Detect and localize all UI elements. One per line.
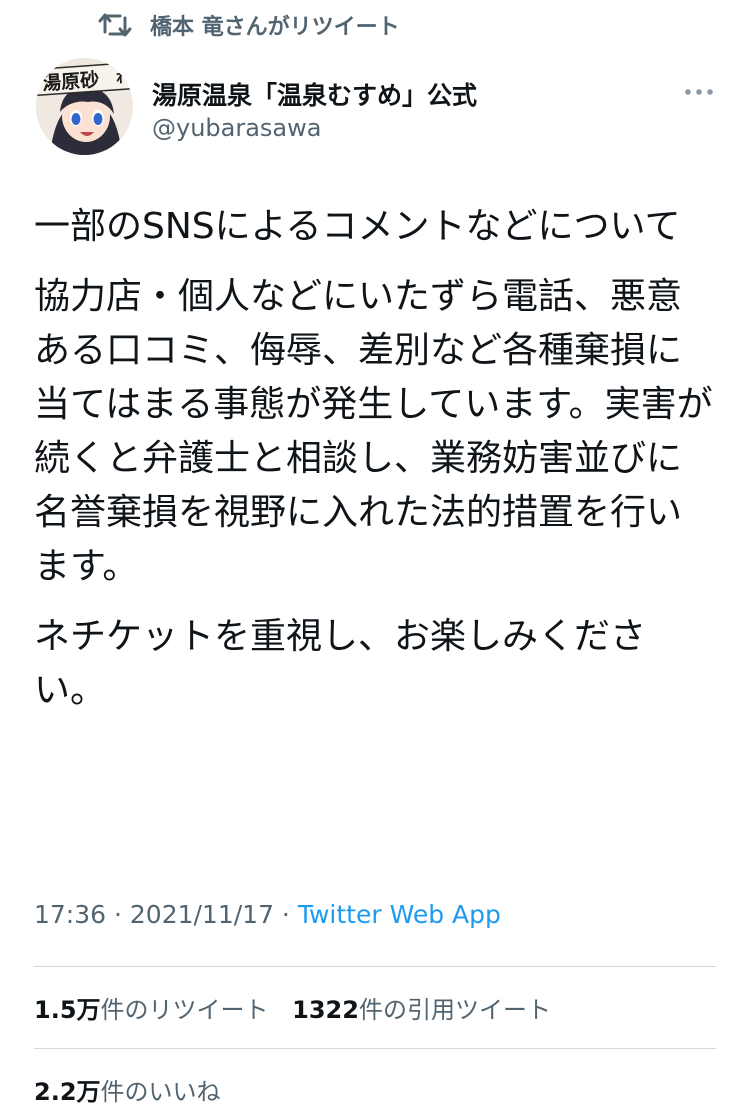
avatar-banner-text-2: れ — [115, 68, 131, 87]
tweet-header: 湯原砂 れ 湯原温泉「温泉むすめ」公式 @yubarasawa — [36, 58, 716, 158]
display-name[interactable]: 湯原温泉「温泉むすめ」公式 — [152, 76, 477, 112]
tweet-metadata: 17:36 · 2021/11/17 · Twitter Web App — [34, 900, 501, 929]
quotes-stat[interactable]: 1322件の引用ツイート — [292, 996, 551, 1024]
tweet-paragraph: 一部のSNSによるコメントなどについて — [34, 206, 681, 247]
retweets-label: 件のリツイート — [100, 996, 269, 1024]
more-options-icon[interactable] — [682, 80, 716, 104]
tweet-source-link[interactable]: Twitter Web App — [298, 900, 501, 929]
quotes-label: 件の引用ツイート — [358, 996, 551, 1024]
retweet-context[interactable]: 橋本 竜さんがリツイート — [98, 8, 400, 42]
tweet-date[interactable]: 2021/11/17 — [130, 900, 274, 929]
tweet-paragraph: ネチケットを重視し、お楽しみください。 — [34, 616, 647, 711]
tweet-text: 一部のSNSによるコメントなどについて 協力店・個人などにいたずら電話、悪意ある… — [34, 200, 714, 734]
tweet-time[interactable]: 17:36 — [34, 900, 106, 929]
divider — [34, 1048, 716, 1049]
quotes-count: 1322 — [292, 996, 359, 1024]
meta-separator: · — [106, 900, 130, 929]
divider — [34, 966, 716, 967]
handle[interactable]: @yubarasawa — [152, 114, 321, 142]
retweets-count: 1.5万 — [34, 996, 101, 1024]
retweets-stat[interactable]: 1.5万件のリツイート — [34, 996, 269, 1024]
engagement-stats: 1.5万件のリツイート 1322件の引用ツイート — [34, 990, 567, 1025]
avatar[interactable]: 湯原砂 れ — [36, 58, 133, 155]
avatar-image: 湯原砂 れ — [36, 58, 133, 155]
avatar-banner-text: 湯原砂 — [41, 69, 99, 95]
likes-label: 件のいいね — [100, 1078, 221, 1106]
retweet-context-text: 橋本 竜さんがリツイート — [150, 15, 400, 40]
tweet-paragraph: 協力店・個人などにいたずら電話、悪意ある口コミ、侮辱、差別など各種棄損に当てはま… — [34, 276, 713, 587]
meta-separator: · — [273, 900, 298, 929]
likes-count: 2.2万 — [34, 1078, 101, 1106]
likes-stat[interactable]: 2.2万件のいいね — [34, 1078, 221, 1106]
likes-stats: 2.2万件のいいね — [34, 1072, 237, 1107]
retweet-icon — [98, 13, 132, 37]
